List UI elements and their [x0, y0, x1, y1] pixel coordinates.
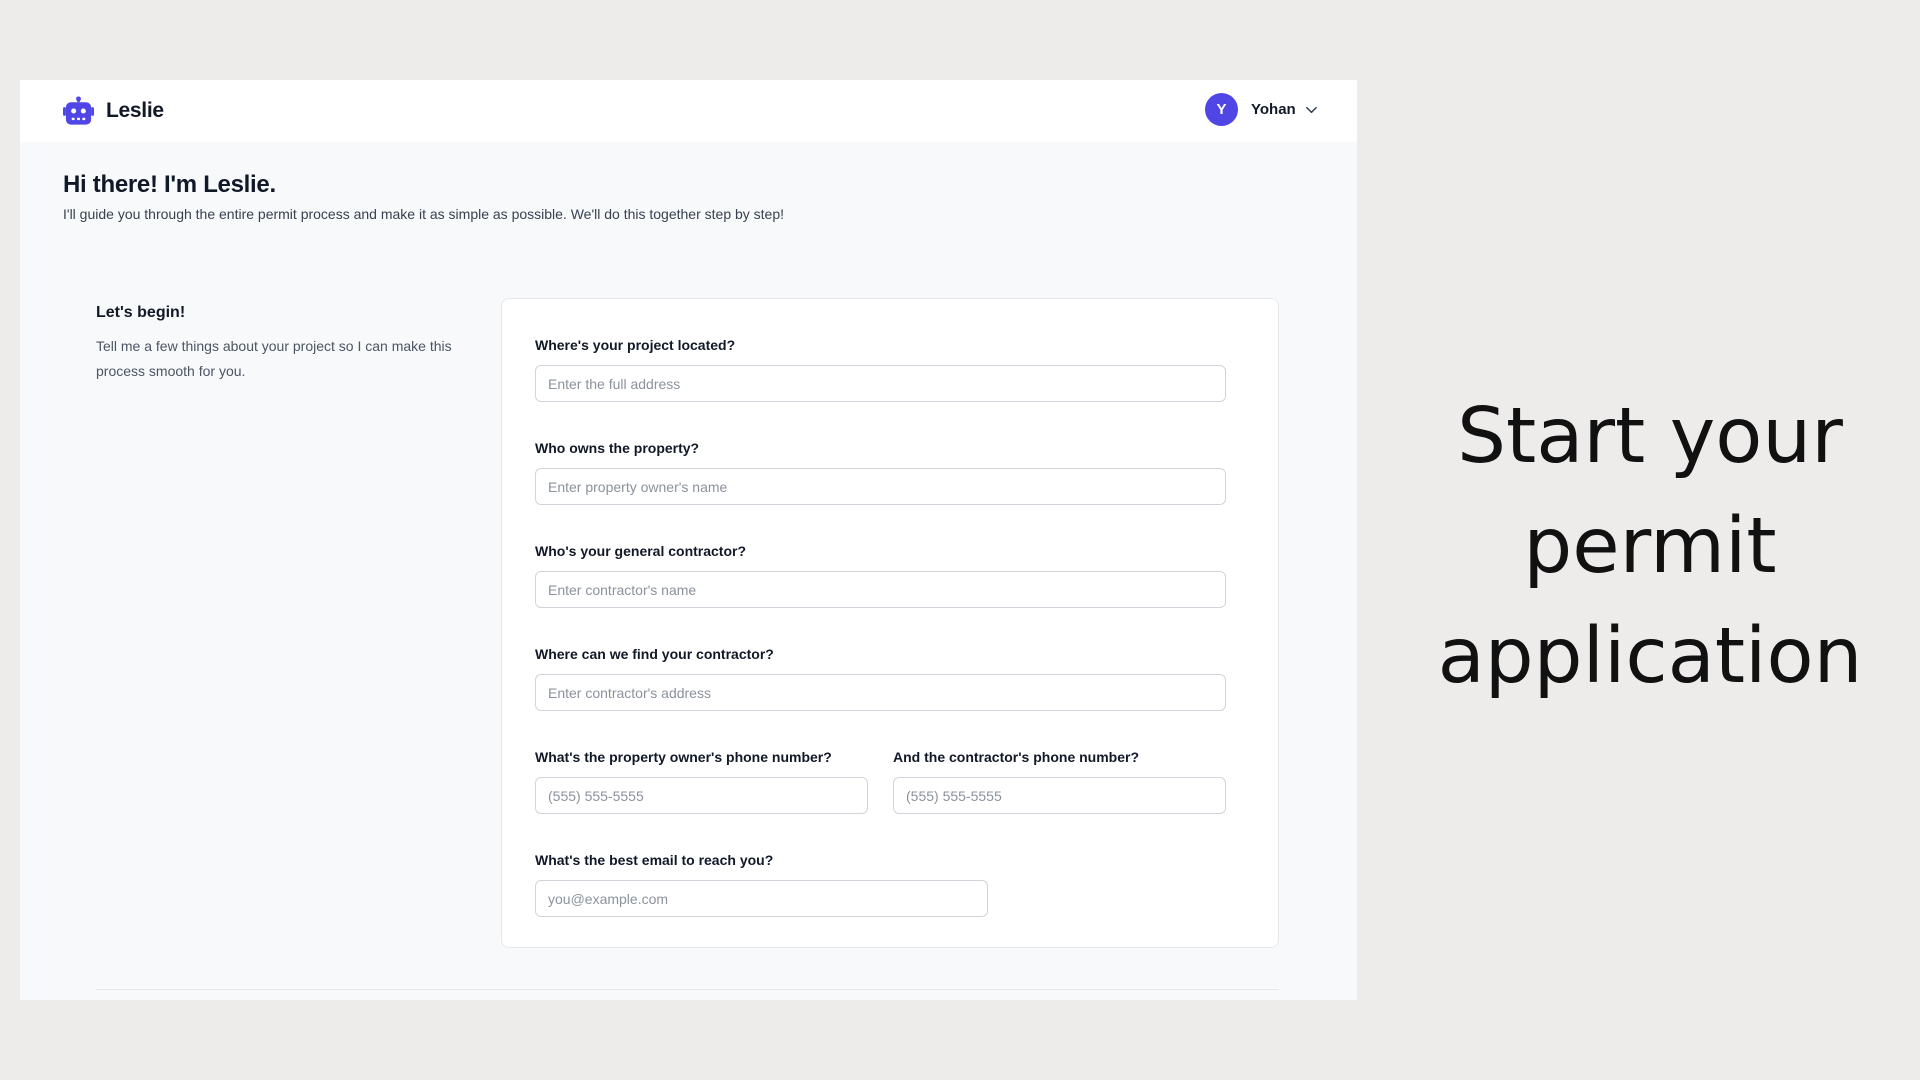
owner-phone-input[interactable]: [535, 777, 868, 814]
project-location-label: Where's your project located?: [535, 337, 736, 353]
contractor-phone-input[interactable]: [893, 777, 1226, 814]
contractor-name-input[interactable]: [535, 571, 1226, 608]
project-location-input[interactable]: [535, 365, 1226, 402]
divider: [96, 989, 1279, 990]
section-description: Tell me a few things about your project …: [96, 338, 452, 379]
contractor-name-field: Who's your general contractor?: [535, 542, 1226, 608]
user-menu[interactable]: Y Yohan: [1205, 93, 1319, 126]
contractor-address-label: Where can we find your contractor?: [535, 646, 774, 662]
contractor-address-field: Where can we find your contractor?: [535, 645, 1226, 711]
contractor-phone-field: And the contractor's phone number?: [893, 748, 1226, 814]
avatar: Y: [1205, 93, 1238, 126]
contractor-name-label: Who's your general contractor?: [535, 543, 747, 559]
chevron-down-icon[interactable]: [1304, 102, 1319, 117]
app-window: Leslie Y Yohan Hi there! I'm Leslie. I'l…: [20, 80, 1357, 1000]
project-location-field: Where's your project located?: [535, 336, 1226, 402]
contractor-phone-label: And the contractor's phone number?: [893, 749, 1140, 765]
robot-icon: [63, 96, 94, 125]
page-title: Hi there! I'm Leslie.: [63, 171, 276, 198]
app-name: Leslie: [106, 99, 164, 122]
user-name: Yohan: [1251, 101, 1296, 118]
owner-phone-field: What's the property owner's phone number…: [535, 748, 868, 814]
app-logo[interactable]: Leslie: [63, 96, 164, 126]
section-title: Let's begin!: [96, 304, 186, 321]
email-field: What's the best email to reach you?: [535, 851, 988, 917]
property-owner-input[interactable]: [535, 468, 1226, 505]
property-owner-field: Who owns the property?: [535, 439, 1226, 505]
email-label: What's the best email to reach you?: [535, 852, 774, 868]
permit-form-card: Where's your project located? Who owns t…: [501, 298, 1279, 948]
owner-phone-label: What's the property owner's phone number…: [535, 749, 832, 765]
property-owner-label: Who owns the property?: [535, 440, 700, 456]
top-bar: Leslie Y Yohan: [20, 80, 1357, 142]
promo-tagline: Start your permit application: [1437, 392, 1863, 701]
contractor-address-input[interactable]: [535, 674, 1226, 711]
email-input[interactable]: [535, 880, 988, 917]
page-subtitle: I'll guide you through the entire permit…: [63, 206, 785, 222]
